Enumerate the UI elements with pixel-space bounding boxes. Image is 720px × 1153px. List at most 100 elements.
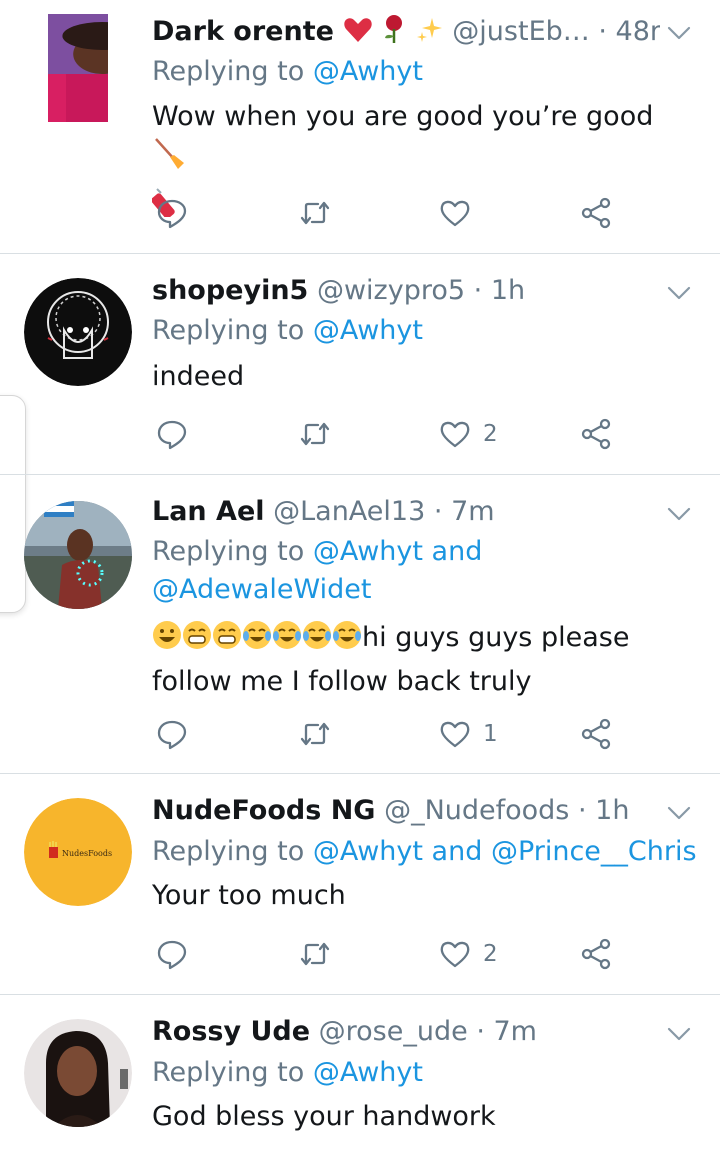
avatar[interactable]: NudesFoods <box>24 798 132 906</box>
user-handle[interactable]: @wizypro5 <box>317 275 465 306</box>
tweet-text: indeed <box>152 361 245 392</box>
tears-of-joy-icon <box>302 620 332 662</box>
chevron-down-icon[interactable] <box>666 20 692 46</box>
avatar[interactable] <box>48 14 108 122</box>
replying-to: Replying to @Awhyt <box>152 1057 423 1088</box>
tears-of-joy-icon <box>242 620 272 662</box>
tweet-actions: 1 <box>0 714 720 754</box>
like-button[interactable]: 2 <box>439 414 498 454</box>
like-count: 2 <box>483 941 498 967</box>
user-handle[interactable]: @LanAel13 <box>273 496 425 527</box>
mention-link[interactable]: @Awhyt <box>313 56 423 87</box>
like-button[interactable]: 2 <box>439 934 498 974</box>
tweet-header: shopeyin5 @wizypro5 · 1h <box>152 275 526 306</box>
display-name[interactable]: Lan Ael <box>152 496 265 527</box>
tweet-header: Lan Ael @LanAel13 · 7m <box>152 496 495 527</box>
user-handle[interactable]: @rose_ude <box>319 1016 468 1047</box>
tweet-text: hi guys guys please follow me I follow b… <box>152 620 630 697</box>
mention-link[interactable]: @Awhyt <box>313 836 423 867</box>
share-button[interactable] <box>580 714 612 754</box>
reply-button[interactable] <box>156 934 188 974</box>
share-icon <box>581 418 611 450</box>
avatar-logo-text: NudesFoods <box>62 849 112 858</box>
replying-to: Replying to @Awhyt and @Prince__Chris <box>152 836 697 867</box>
tweet-actions: 2 <box>0 414 720 454</box>
user-handle[interactable]: @_Nudefoods <box>384 795 569 826</box>
heart-icon <box>440 421 470 448</box>
replying-to: Replying to @Awhyt and @AdewaleWidet <box>152 536 483 605</box>
reply-icon <box>157 940 187 970</box>
chevron-down-icon[interactable] <box>666 501 692 527</box>
share-icon <box>581 718 611 750</box>
mention-link[interactable]: @Prince__Chris <box>491 836 697 867</box>
timestamp[interactable]: 7m <box>451 496 494 527</box>
retweet-button[interactable] <box>299 414 331 454</box>
avatar[interactable] <box>24 501 132 609</box>
display-name[interactable]: shopeyin5 <box>152 275 308 306</box>
mention-link[interactable]: @Awhyt <box>313 315 423 346</box>
timestamp[interactable]: 1h <box>491 275 525 306</box>
reply-button[interactable] <box>156 714 188 754</box>
tears-of-joy-icon <box>332 620 362 662</box>
grinning-face-icon <box>152 620 182 662</box>
heart-icon <box>440 941 470 968</box>
mention-link[interactable]: @AdewaleWidet <box>152 574 371 605</box>
reply-tweet[interactable]: NudesFoods NudeFoods NG @_Nudefoods · 1h… <box>0 774 720 994</box>
avatar[interactable] <box>24 1019 132 1127</box>
share-icon <box>581 197 611 229</box>
reply-tweet[interactable]: Dark orente @justEb… · 48m Replying to @… <box>0 0 720 253</box>
reply-icon <box>157 720 187 750</box>
reply-tweet[interactable]: Lan Ael @LanAel13 · 7m Replying to @Awhy… <box>0 475 720 773</box>
retweet-icon <box>300 201 330 225</box>
like-count: 2 <box>483 421 498 447</box>
retweet-button[interactable] <box>299 193 331 233</box>
tweet-text: Your too much <box>152 880 346 911</box>
reply-tweet[interactable]: shopeyin5 @wizypro5 · 1h Replying to @Aw… <box>0 254 720 474</box>
red-heart-icon <box>343 16 373 53</box>
retweet-icon <box>300 942 330 966</box>
broom-icon <box>152 137 186 183</box>
reply-tweet[interactable]: Rossy Ude @rose_ude · 7m Replying to @Aw… <box>0 995 720 1153</box>
mention-link[interactable]: @Awhyt <box>313 536 423 567</box>
display-name[interactable]: NudeFoods NG <box>152 795 375 826</box>
reply-button[interactable] <box>156 414 188 454</box>
share-button[interactable] <box>580 934 612 974</box>
beaming-face-icon <box>182 620 212 662</box>
mention-link[interactable]: @Awhyt <box>313 1057 423 1088</box>
timestamp[interactable]: 7m <box>494 1016 537 1047</box>
reply-button[interactable] <box>156 193 188 233</box>
beaming-face-icon <box>212 620 242 662</box>
reply-icon <box>157 420 187 450</box>
share-button[interactable] <box>580 414 612 454</box>
user-handle[interactable]: @justEb… <box>452 16 589 47</box>
tweet-text: God bless your handwork <box>152 1101 496 1132</box>
retweet-icon <box>300 422 330 446</box>
display-name[interactable]: Rossy Ude <box>152 1016 310 1047</box>
tweet-actions <box>0 193 720 233</box>
timestamp[interactable]: 48m <box>616 16 660 47</box>
tweet-actions: 2 <box>0 934 720 974</box>
sparkles-icon <box>416 16 444 53</box>
tweet-header: NudeFoods NG @_Nudefoods · 1h <box>152 795 630 826</box>
tweet-header: Dark orente @justEb… · 48m <box>152 14 660 53</box>
chevron-down-icon[interactable] <box>666 280 692 306</box>
heart-icon <box>440 721 470 748</box>
like-button[interactable] <box>439 193 483 233</box>
like-count: 1 <box>483 721 498 747</box>
share-button[interactable] <box>580 193 612 233</box>
retweet-button[interactable] <box>299 934 331 974</box>
chevron-down-icon[interactable] <box>666 1021 692 1047</box>
timestamp[interactable]: 1h <box>595 795 629 826</box>
heart-icon <box>440 200 470 227</box>
reply-icon <box>157 199 187 229</box>
display-name[interactable]: Dark orente <box>152 16 334 47</box>
chevron-down-icon[interactable] <box>666 800 692 826</box>
retweet-icon <box>300 722 330 746</box>
like-button[interactable]: 1 <box>439 714 498 754</box>
retweet-button[interactable] <box>299 714 331 754</box>
replying-to: Replying to @Awhyt <box>152 56 423 87</box>
avatar[interactable] <box>24 278 132 386</box>
share-icon <box>581 938 611 970</box>
replying-to: Replying to @Awhyt <box>152 315 423 346</box>
tweet-header: Rossy Ude @rose_ude · 7m <box>152 1016 537 1047</box>
